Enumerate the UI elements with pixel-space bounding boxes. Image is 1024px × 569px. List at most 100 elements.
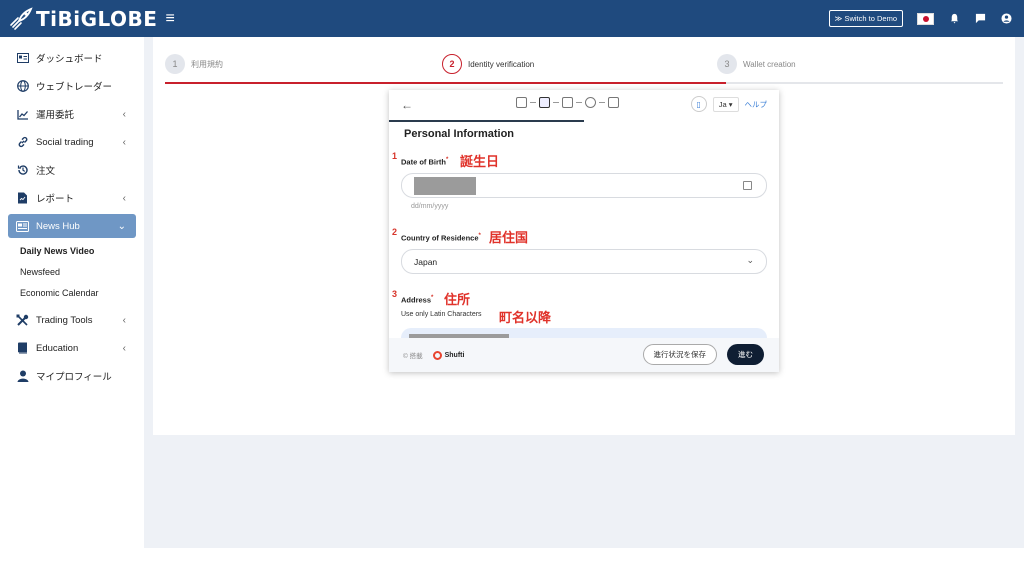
sidebar-item-label: Trading Tools	[36, 314, 93, 326]
field-annotation: 町名以降	[499, 310, 552, 325]
step-number: 1	[165, 54, 185, 74]
help-link[interactable]: ヘルプ	[745, 99, 768, 110]
account-icon[interactable]	[1000, 13, 1012, 25]
rocket-icon	[10, 6, 33, 30]
country-of-residence-select[interactable]: Japan ⌄	[401, 249, 767, 274]
form-step-icon	[539, 97, 550, 108]
field-number: 3	[392, 289, 398, 299]
sidebar-item-label: News Hub	[36, 220, 80, 232]
chevron-left-icon: ‹	[122, 192, 126, 204]
page-bottom	[144, 548, 1024, 569]
sidebar-item-label: 注文	[36, 166, 56, 177]
step-number: 3	[717, 54, 737, 74]
chevron-down-icon: ⌄	[746, 255, 754, 265]
save-progress-button[interactable]: 進行状況を保存	[642, 344, 717, 365]
language-value: Ja	[718, 99, 727, 109]
chart-line-icon	[16, 108, 29, 121]
sidebar-item-my-profile[interactable]: マイプロフィール	[0, 362, 144, 390]
date-of-birth-label: Date of Birth*	[401, 157, 449, 167]
step-label: Wallet creation	[743, 59, 796, 69]
japan-flag-icon[interactable]	[917, 12, 934, 25]
step-terms[interactable]: 1 利用規約	[165, 54, 223, 74]
sidebar-item-label: ダッシュボード	[36, 54, 103, 65]
step-identity-verification[interactable]: 2 Identity verification	[442, 54, 534, 74]
sidebar-item-trading-tools[interactable]: Trading Tools ‹	[0, 306, 144, 334]
sidebar-item-education[interactable]: Education ‹	[0, 334, 144, 362]
step-wallet-creation[interactable]: 3 Wallet creation	[717, 54, 796, 74]
step-number: 2	[442, 54, 462, 74]
book-icon	[16, 342, 29, 355]
sidebar-item-managed-accounts[interactable]: 運用委託 ‹	[0, 100, 144, 128]
tools-icon	[16, 314, 29, 327]
date-format-hint: dd/mm/yyyy	[411, 203, 449, 210]
next-button[interactable]: 進む	[727, 344, 764, 365]
section-title: Personal Information	[404, 128, 515, 140]
widget-step-indicator	[516, 97, 619, 108]
back-arrow-icon[interactable]: ←	[401, 98, 413, 112]
widget-footer: © 搭載 Shufti 進行状況を保存 進む	[389, 338, 779, 372]
sidebar-item-label: 運用委託	[36, 110, 75, 121]
sidebar-item-news-hub[interactable]: News Hub ⌄	[8, 214, 136, 238]
phone-icon[interactable]: ▯	[690, 96, 707, 112]
latin-characters-note: Use only Latin Characters	[401, 311, 482, 318]
sidebar-subitem-economic-calendar[interactable]: Economic Calendar	[0, 282, 144, 303]
top-bar: TiBiGLOBE ≡ ≫ Switch to Demo	[0, 0, 1024, 37]
main-card: 1 利用規約 2 Identity verification 3 Wallet …	[153, 37, 1015, 435]
report-icon	[16, 192, 29, 205]
bell-icon[interactable]	[948, 13, 960, 25]
field-annotation: 居住国	[489, 230, 529, 245]
logo[interactable]: TiBiGLOBE	[8, 6, 157, 32]
sidebar: ダッシュボード ウェブトレーダー 運用委託 ‹ Social trading ‹…	[0, 37, 144, 569]
chat-icon[interactable]	[974, 13, 986, 25]
chevron-down-icon: ⌄	[117, 220, 126, 232]
sidebar-item-label: ウェブトレーダー	[36, 82, 113, 93]
step-label: Identity verification	[468, 59, 535, 69]
chevron-left-icon: ‹	[122, 342, 126, 354]
widget-tab-indicator	[389, 120, 584, 122]
shufti-logo-icon	[432, 350, 442, 360]
sidebar-item-dashboard[interactable]: ダッシュボード	[0, 44, 144, 72]
link-icon	[16, 136, 29, 149]
user-icon	[16, 370, 29, 383]
shufti-logo: Shufti	[432, 350, 464, 360]
sidebar-item-label: Education	[36, 342, 79, 354]
id-step-icon	[562, 97, 573, 108]
field-number: 1	[392, 151, 398, 161]
powered-by-label: © 搭載	[403, 353, 423, 360]
language-select[interactable]: Ja ▾	[712, 96, 739, 112]
sidebar-item-reports[interactable]: レポート ‹	[0, 184, 144, 212]
date-of-birth-field[interactable]	[401, 173, 767, 198]
progress-track	[165, 82, 1003, 84]
onboarding-stepper: 1 利用規約 2 Identity verification 3 Wallet …	[165, 54, 1003, 84]
switch-to-demo-button[interactable]: ≫ Switch to Demo	[828, 10, 903, 27]
chevron-left-icon: ‹	[122, 108, 126, 120]
field-annotation: 住所	[444, 292, 471, 307]
sidebar-item-label: マイプロフィール	[36, 372, 112, 383]
sidebar-item-label: レポート	[36, 194, 75, 205]
upload-step-icon	[608, 97, 619, 108]
calendar-icon[interactable]	[743, 181, 752, 190]
country-of-residence-label: Country of Residence*	[401, 233, 481, 243]
progress-fill	[165, 82, 727, 84]
sidebar-item-webtrader[interactable]: ウェブトレーダー	[0, 72, 144, 100]
step-label: 利用規約	[191, 59, 223, 69]
chevron-left-icon: ‹	[122, 136, 126, 148]
globe-icon	[16, 80, 29, 93]
location-step-icon	[585, 97, 596, 108]
logo-text: TiBiGLOBE	[36, 6, 158, 31]
widget-header: ← ▯ Ja ▾ ヘルプ	[389, 90, 779, 120]
sidebar-subitem-newsfeed[interactable]: Newsfeed	[0, 261, 144, 282]
field-number: 2	[392, 227, 398, 237]
id-card-icon	[16, 52, 29, 65]
menu-icon[interactable]: ≡	[165, 10, 174, 28]
field-annotation: 誕生日	[460, 154, 500, 169]
newspaper-icon	[16, 220, 29, 233]
identity-verification-widget: ← ▯ Ja ▾ ヘルプ Personal Information 1 Date…	[389, 90, 779, 372]
chevron-left-icon: ‹	[122, 314, 126, 326]
address-label: Address*	[401, 295, 434, 305]
history-icon	[16, 164, 29, 177]
sidebar-item-orders[interactable]: 注文	[0, 156, 144, 184]
sidebar-subitem-daily-news-video[interactable]: Daily News Video	[0, 240, 144, 261]
redacted-value	[414, 176, 476, 195]
sidebar-item-social-trading[interactable]: Social trading ‹	[0, 128, 144, 156]
